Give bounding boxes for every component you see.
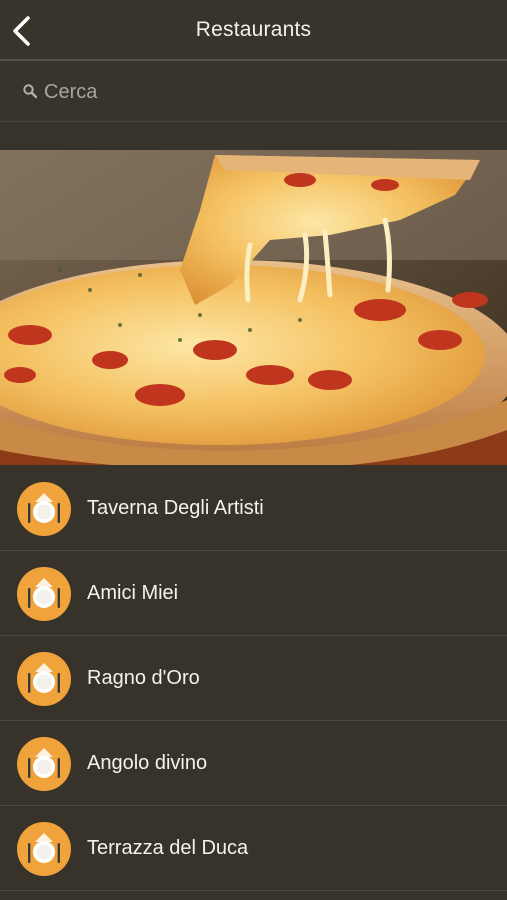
restaurant-name: Ragno d'Oro <box>87 667 200 689</box>
app-screen: Restaurants Cerca Taverna Degli Artisti … <box>0 0 507 900</box>
plate-cutlery-icon <box>17 652 71 706</box>
search-input[interactable] <box>44 76 474 108</box>
plate-cutlery-icon <box>17 482 71 536</box>
restaurant-name: Angolo divino <box>87 752 208 774</box>
plate-cutlery-icon <box>17 822 71 876</box>
list-item[interactable]: Ragno d'Oro <box>0 636 507 721</box>
spacer <box>0 123 507 150</box>
search-icon <box>22 83 38 99</box>
list-item[interactable]: Terrazza del Duca <box>0 806 507 891</box>
nav-bar: Restaurants <box>0 0 507 61</box>
list-item[interactable]: Amici Miei <box>0 551 507 636</box>
page-title: Restaurants <box>195 18 312 41</box>
pizza-photo <box>0 150 507 465</box>
list-item[interactable]: Angolo divino <box>0 721 507 806</box>
plate-cutlery-icon <box>17 567 71 621</box>
hero-image <box>0 150 507 465</box>
plate-cutlery-icon <box>17 737 71 791</box>
restaurant-name: Taverna Degli Artisti <box>87 497 264 519</box>
restaurant-name: Terrazza del Duca <box>87 837 249 859</box>
restaurant-list: Taverna Degli Artisti Amici Miei Ragno d… <box>0 466 507 891</box>
list-item[interactable]: Taverna Degli Artisti <box>0 466 507 551</box>
restaurant-name: Amici Miei <box>87 582 179 604</box>
